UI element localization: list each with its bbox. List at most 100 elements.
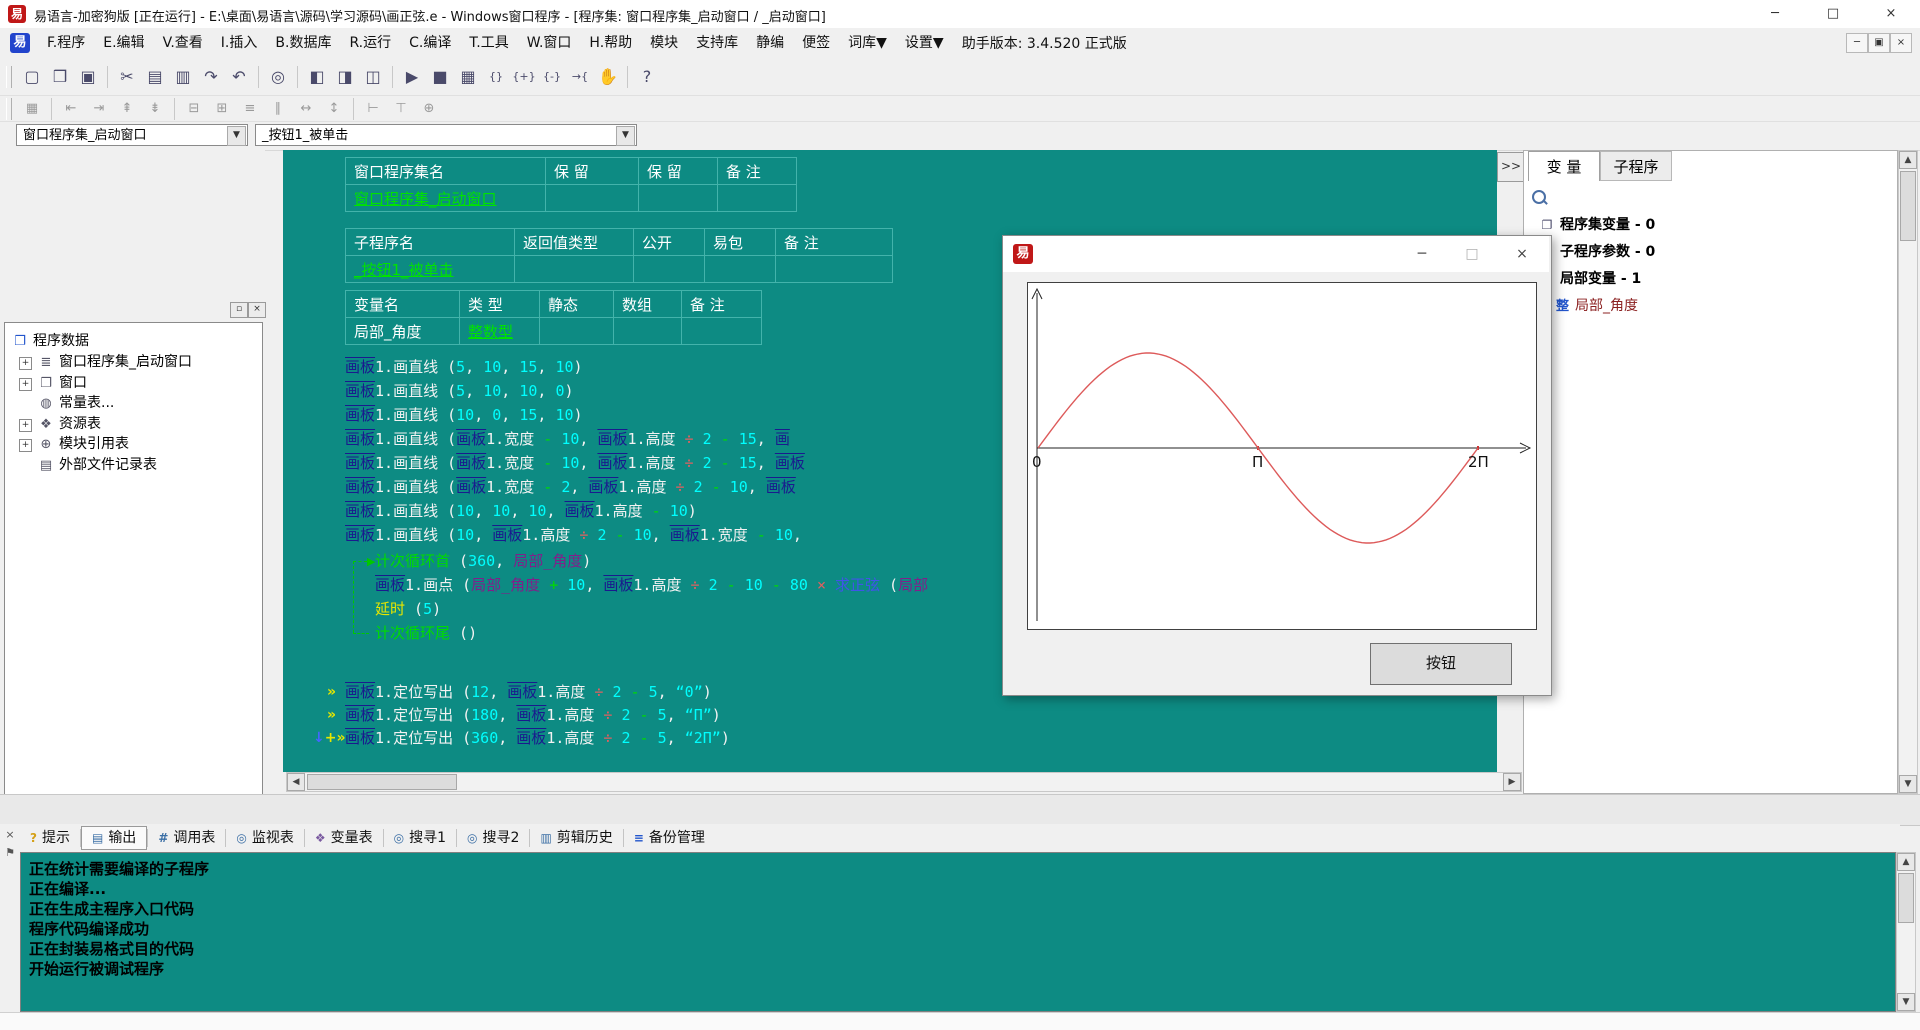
variables-group-1[interactable]: ❐程序集变量 - 0 <box>1538 214 1655 236</box>
same-width-icon[interactable]: ↔ <box>292 99 320 119</box>
code-line-8[interactable]: 画板1.画直线 (10, 画板1.高度 ÷ 2 - 10, 画板1.宽度 - 1… <box>345 526 802 545</box>
scroll-down-icon[interactable]: ▼ <box>1897 993 1915 1011</box>
code-line-13[interactable]: 画板1.定位写出 (12, 画板1.高度 ÷ 2 - 5, “0”) <box>345 683 712 702</box>
scroll-thumb[interactable] <box>1900 171 1916 241</box>
layout-left-icon[interactable]: ◧ <box>303 64 331 90</box>
tree-item-2[interactable]: +❐窗口 <box>19 373 87 393</box>
save-icon[interactable]: ▣ <box>74 64 102 90</box>
menu-item-E.编辑[interactable]: E.编辑 <box>94 28 153 58</box>
run-icon[interactable]: ▶ <box>398 64 426 90</box>
close-panel-icon[interactable]: × <box>3 828 17 842</box>
panel-close-icon[interactable]: × <box>248 302 266 318</box>
align-top-icon[interactable]: ⇞ <box>113 99 141 119</box>
menu-item-R.运行[interactable]: R.运行 <box>340 28 400 58</box>
mdi-restore-icon[interactable]: ▣ <box>1868 33 1890 53</box>
maximize-icon[interactable]: □ <box>1447 236 1497 272</box>
space-equal-v-icon[interactable]: ∥ <box>264 99 292 119</box>
minimize-icon[interactable]: ─ <box>1397 236 1447 272</box>
chevron-down-icon[interactable]: ▼ <box>616 126 635 146</box>
menu-item-T.工具[interactable]: T.工具 <box>460 28 517 58</box>
pin-icon[interactable]: ⚑ <box>3 846 17 860</box>
mdi-minimize-icon[interactable]: ─ <box>1846 33 1868 53</box>
scroll-thumb[interactable] <box>1898 873 1914 923</box>
code-line-4[interactable]: 画板1.画直线 (画板1.宽度 - 10, 画板1.高度 ÷ 2 - 15, 画 <box>345 430 790 449</box>
tree-item-6[interactable]: ▤外部文件记录表 <box>19 455 157 475</box>
maximize-icon[interactable]: □ <box>1804 0 1862 28</box>
tree-root-program-data[interactable]: ❐程序数据 <box>11 331 89 351</box>
program-button[interactable]: 按钮 <box>1370 643 1512 685</box>
variables-group-3[interactable]: ≣局部变量 - 1 <box>1538 268 1641 290</box>
expand-panel-button[interactable]: >> <box>1497 152 1525 182</box>
program-set-select[interactable]: 窗口程序集_启动窗口 ▼ <box>16 124 248 146</box>
table-cell[interactable]: 窗口程序集_启动窗口 <box>346 185 546 212</box>
step-into-icon[interactable]: {+} <box>510 64 538 90</box>
stop-icon[interactable]: ■ <box>426 64 454 90</box>
menu-item-V.查看[interactable]: V.查看 <box>154 28 212 58</box>
program-title-bar[interactable]: 易 ─ □ × <box>1003 236 1549 272</box>
editor-h-scrollbar[interactable]: ◀ ▶ <box>286 772 1522 792</box>
cut-icon[interactable]: ✂ <box>113 64 141 90</box>
right-scrollbar[interactable]: ▲ ▼ <box>1898 150 1918 794</box>
code-line-15[interactable]: 画板1.定位写出 (360, 画板1.高度 ÷ 2 - 5, “2Π”) <box>345 729 730 748</box>
menu-item-W.窗口[interactable]: W.窗口 <box>518 28 581 58</box>
variable-leaf[interactable]: 整局部_角度 <box>1556 295 1638 317</box>
copy-icon[interactable]: ▤ <box>141 64 169 90</box>
menu-item-I.插入[interactable]: I.插入 <box>212 28 267 58</box>
menu-item-设置▼[interactable]: 设置▼ <box>896 28 953 58</box>
table-cell[interactable]: 局部_角度 <box>346 318 460 345</box>
scroll-thumb[interactable] <box>307 774 457 790</box>
output-tab-备份管理[interactable]: ≡备份管理 <box>624 827 715 849</box>
code-line-10[interactable]: 画板1.画点 (局部_角度 + 10, 画板1.高度 ÷ 2 - 10 - 80… <box>375 576 928 595</box>
code-line-2[interactable]: 画板1.画直线 (5, 10, 10, 0) <box>345 382 574 401</box>
form-designer-icon[interactable]: ▦ <box>18 99 46 119</box>
code-line-3[interactable]: 画板1.画直线 (10, 0, 15, 10) <box>345 406 583 425</box>
scroll-left-icon[interactable]: ◀ <box>287 773 305 791</box>
menu-item-静编[interactable]: 静编 <box>747 28 793 58</box>
undo-icon[interactable]: ↶ <box>225 64 253 90</box>
output-tab-搜寻1[interactable]: ◎搜寻1 <box>384 827 456 849</box>
close-icon[interactable]: × <box>1497 236 1547 272</box>
tree-item-1[interactable]: +≣窗口程序集_启动窗口 <box>19 352 192 372</box>
code-line-9[interactable]: 计次循环首 (360, 局部_角度) <box>375 552 591 571</box>
panel-dock-icon[interactable]: ▫ <box>230 302 248 318</box>
output-scrollbar[interactable]: ▲ ▼ <box>1896 852 1916 1012</box>
align-bottom-icon[interactable]: ⇟ <box>141 99 169 119</box>
expand-plus-icon[interactable]: + <box>19 419 32 432</box>
menu-item-F.程序[interactable]: F.程序 <box>38 28 94 58</box>
space-equal-h-icon[interactable]: ≡ <box>236 99 264 119</box>
output-tab-搜寻2[interactable]: ◎搜寻2 <box>457 827 529 849</box>
debug-restart-icon[interactable]: ▦ <box>454 64 482 90</box>
table-cell[interactable]: _按钮1_被单击 <box>346 256 515 283</box>
code-line-11[interactable]: 延时 (5) <box>375 600 441 619</box>
code-line-1[interactable]: 画板1.画直线 (5, 10, 15, 10) <box>345 358 583 377</box>
stretch-width-icon[interactable]: ⊢ <box>359 99 387 119</box>
menu-item-H.帮助[interactable]: H.帮助 <box>580 28 641 58</box>
menu-item-B.数据库[interactable]: B.数据库 <box>266 28 340 58</box>
output-tab-剪辑历史[interactable]: ▥剪辑历史 <box>530 827 622 849</box>
output-tab-调用表[interactable]: #调用表 <box>148 827 225 849</box>
pause-icon[interactable]: ✋ <box>594 64 622 90</box>
chevron-down-icon[interactable]: ▼ <box>227 126 246 146</box>
new-file-icon[interactable]: ▢ <box>18 64 46 90</box>
search-icon[interactable] <box>1532 190 1546 208</box>
table-cell[interactable]: 整数型 <box>460 318 540 345</box>
stretch-both-icon[interactable]: ⊕ <box>415 99 443 119</box>
tree-item-4[interactable]: +❖资源表 <box>19 414 101 434</box>
scroll-down-icon[interactable]: ▼ <box>1899 775 1917 793</box>
stretch-height-icon[interactable]: ⊤ <box>387 99 415 119</box>
tree-item-5[interactable]: +⊕模块引用表 <box>19 434 129 454</box>
tab-subroutines[interactable]: 子程序 <box>1600 151 1672 181</box>
menu-item-支持库[interactable]: 支持库 <box>687 28 747 58</box>
code-line-12[interactable]: 计次循环尾 () <box>375 624 477 643</box>
variables-group-2[interactable]: ≣子程序参数 - 0 <box>1538 241 1655 263</box>
menu-item-C.编译[interactable]: C.编译 <box>400 28 460 58</box>
subroutine-select[interactable]: _按钮1_被单击 ▼ <box>255 124 637 146</box>
layout-grid-icon[interactable]: ◫ <box>359 64 387 90</box>
center-vertical-icon[interactable]: ⊞ <box>208 99 236 119</box>
menu-item-模块[interactable]: 模块 <box>641 28 687 58</box>
expand-plus-icon[interactable]: + <box>19 439 32 452</box>
menu-item-便签[interactable]: 便签 <box>793 28 839 58</box>
align-right-icon[interactable]: ⇥ <box>85 99 113 119</box>
redo-icon[interactable]: ↷ <box>197 64 225 90</box>
output-console[interactable]: 正在统计需要编译的子程序正在编译...正在生成主程序入口代码程序代码编译成功正在… <box>20 852 1896 1012</box>
